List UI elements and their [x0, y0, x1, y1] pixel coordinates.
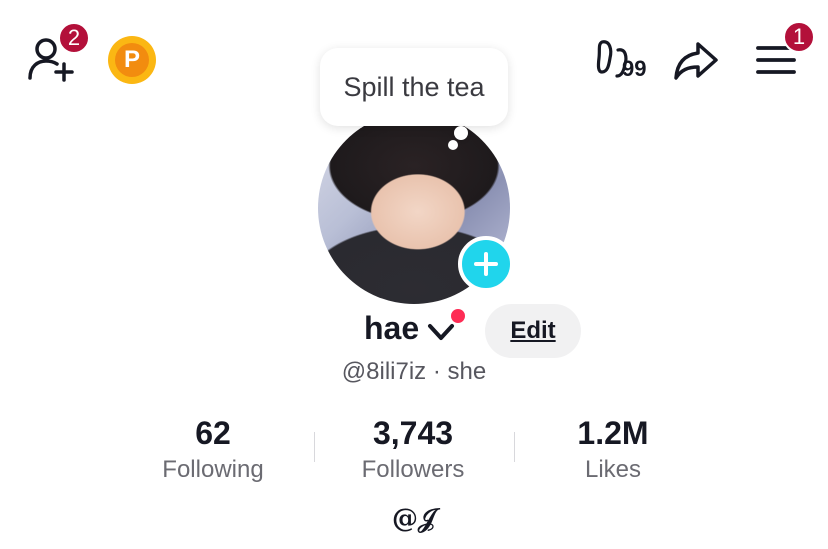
stat-label: Likes — [584, 456, 642, 483]
profile-name: hae — [364, 310, 420, 346]
profile-handle: @8ili7iz · she — [341, 358, 487, 385]
share-button[interactable] — [672, 38, 720, 82]
add-story-button[interactable] — [458, 236, 514, 292]
stat-value: 62 — [195, 415, 231, 451]
coins-button[interactable]: P — [108, 36, 156, 84]
stat-label: Following — [162, 456, 264, 483]
stat-value: 1.2M — [577, 415, 649, 451]
profile-bio: @𝒥 — [392, 504, 436, 534]
note-bubble[interactable]: Spill the tea — [320, 48, 508, 126]
note-text: Spill the tea — [343, 71, 485, 102]
stat-likes[interactable]: 1.2M Likes — [513, 415, 713, 487]
stat-label: Followers — [361, 456, 465, 483]
footprints-count: 99 — [622, 56, 647, 81]
menu-badge: 1 — [783, 21, 815, 53]
plus-icon — [474, 252, 498, 276]
bubble-tail-dot — [454, 126, 468, 140]
stat-followers[interactable]: 3,743 Followers — [313, 415, 513, 487]
stat-following[interactable]: 62 Following — [113, 415, 313, 487]
notification-dot — [449, 307, 467, 325]
friend-requests-badge: 2 — [58, 22, 90, 54]
share-arrow-icon — [674, 42, 718, 80]
bubble-tail-dot-small — [448, 140, 458, 150]
stat-value: 3,743 — [372, 415, 454, 451]
coin-icon: P — [115, 43, 149, 77]
edit-profile-button[interactable]: Edit — [485, 304, 581, 358]
